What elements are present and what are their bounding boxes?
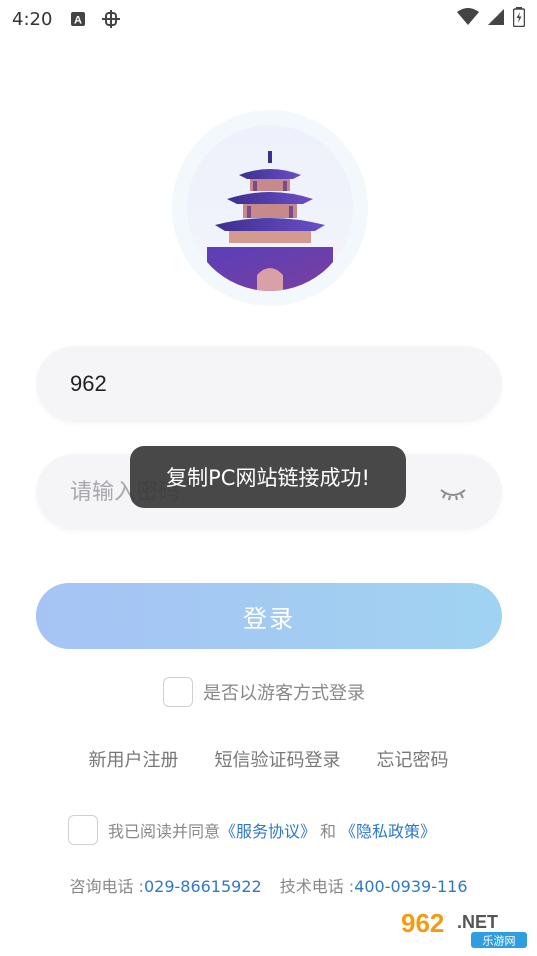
privacy-policy-link[interactable]: 《隐私政策》 — [340, 818, 436, 842]
service-agreement-link[interactable]: 《服务协议》 — [220, 818, 316, 842]
consult-label: 咨询电话 : — [69, 877, 144, 896]
register-link[interactable]: 新用户注册 — [89, 746, 179, 772]
bell-tower-icon — [187, 125, 353, 291]
svg-text:A: A — [74, 15, 82, 27]
login-button[interactable]: 登录 — [36, 583, 502, 649]
svg-text:.NET: .NET — [457, 912, 498, 932]
status-bar: 4:20 A — [0, 0, 537, 38]
site-watermark: 962 .NET 乐游网 — [399, 906, 529, 948]
forgot-password-link[interactable]: 忘记密码 — [377, 746, 449, 772]
sms-login-link[interactable]: 短信验证码登录 — [215, 746, 341, 772]
consult-number[interactable]: 029-86615922 — [144, 877, 262, 896]
username-input[interactable] — [68, 370, 470, 398]
tech-label: 技术电话 : — [279, 877, 355, 896]
tech-phone: 技术电话 :400-0939-116 — [280, 873, 468, 897]
auth-links: 新用户注册 短信验证码登录 忘记密码 — [0, 746, 537, 772]
agreement-row: 我已阅读并同意 《服务协议》 和 《隐私政策》 — [68, 815, 436, 845]
agreement-checkbox[interactable] — [68, 815, 98, 845]
agreement-and: 和 — [320, 822, 337, 841]
signal-icon — [487, 8, 505, 31]
battery-icon — [512, 6, 526, 32]
eye-closed-icon[interactable] — [438, 478, 468, 508]
agreement-prefix: 我已阅读并同意 — [108, 822, 221, 841]
svg-text:乐游网: 乐游网 — [483, 935, 516, 948]
svg-text:962: 962 — [401, 908, 444, 938]
login-screen: 4:20 A 962 复制PC网站链接成功! 登录 是否以游客方式登录 新用户注… — [0, 0, 537, 956]
guest-checkbox[interactable] — [163, 677, 193, 707]
wifi-icon — [457, 7, 479, 31]
a-icon: A — [70, 11, 86, 27]
username-field[interactable] — [36, 346, 502, 422]
bug-icon — [100, 8, 122, 30]
toast-message: 复制PC网站链接成功! — [130, 446, 406, 508]
app-logo — [172, 110, 368, 306]
consult-phone: 咨询电话 :029-86615922 — [69, 873, 261, 897]
status-right — [457, 6, 526, 32]
tech-number[interactable]: 400-0939-116 — [354, 877, 467, 896]
contact-row: 咨询电话 :029-86615922 技术电话 :400-0939-116 — [0, 873, 537, 897]
status-time: 4:20 — [12, 8, 53, 30]
guest-login-option[interactable]: 是否以游客方式登录 — [163, 677, 365, 707]
guest-label: 是否以游客方式登录 — [203, 683, 365, 704]
